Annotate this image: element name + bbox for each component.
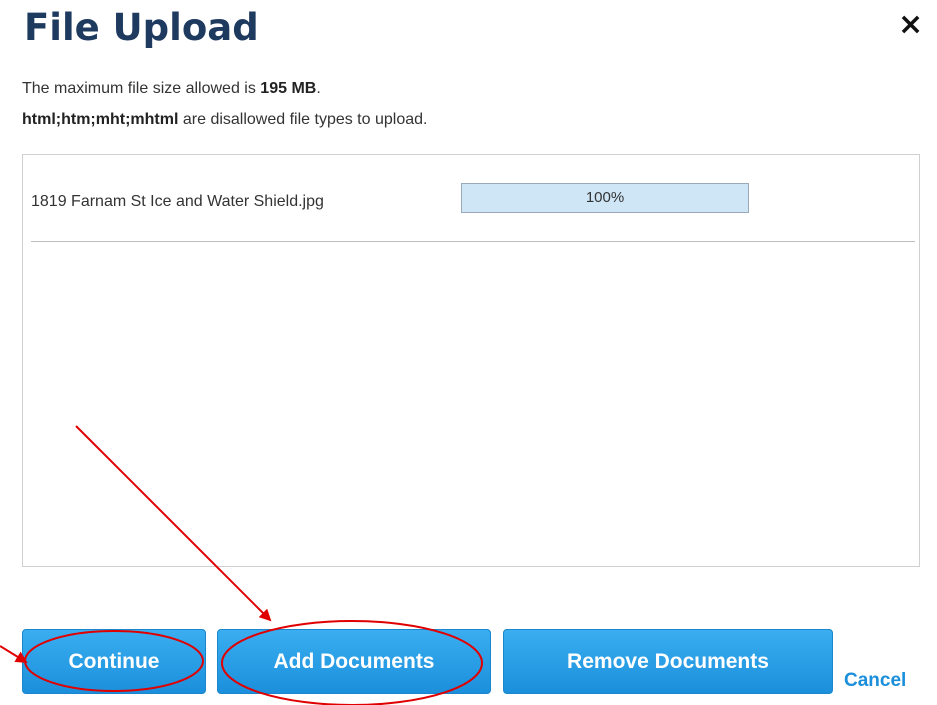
max-size-suffix: . [316, 80, 321, 97]
continue-button[interactable]: Continue [22, 629, 206, 694]
cancel-link[interactable]: Cancel [844, 670, 906, 692]
file-list-panel: 1819 Farnam St Ice and Water Shield.jpg … [22, 154, 920, 567]
max-size-value: 195 MB [260, 80, 317, 97]
disallowed-types: html;htm;mht;mhtml [22, 111, 179, 128]
dialog-title: File Upload [24, 6, 259, 49]
disallowed-suffix: are disallowed file types to upload. [178, 111, 428, 128]
disallowed-types-text: html;htm;mht;mhtml are disallowed file t… [22, 111, 427, 129]
file-row: 1819 Farnam St Ice and Water Shield.jpg … [23, 155, 919, 243]
add-documents-button[interactable]: Add Documents [217, 629, 491, 694]
remove-documents-button[interactable]: Remove Documents [503, 629, 833, 694]
close-icon[interactable]: × [898, 10, 923, 40]
upload-progress-bar: 100% [461, 183, 749, 213]
progress-label: 100% [585, 189, 625, 206]
file-upload-dialog: File Upload × The maximum file size allo… [0, 0, 937, 705]
row-divider [31, 241, 915, 242]
max-size-prefix: The maximum file size allowed is [22, 80, 261, 97]
file-name: 1819 Farnam St Ice and Water Shield.jpg [31, 193, 324, 210]
max-file-size-text: The maximum file size allowed is 195 MB. [22, 80, 321, 98]
